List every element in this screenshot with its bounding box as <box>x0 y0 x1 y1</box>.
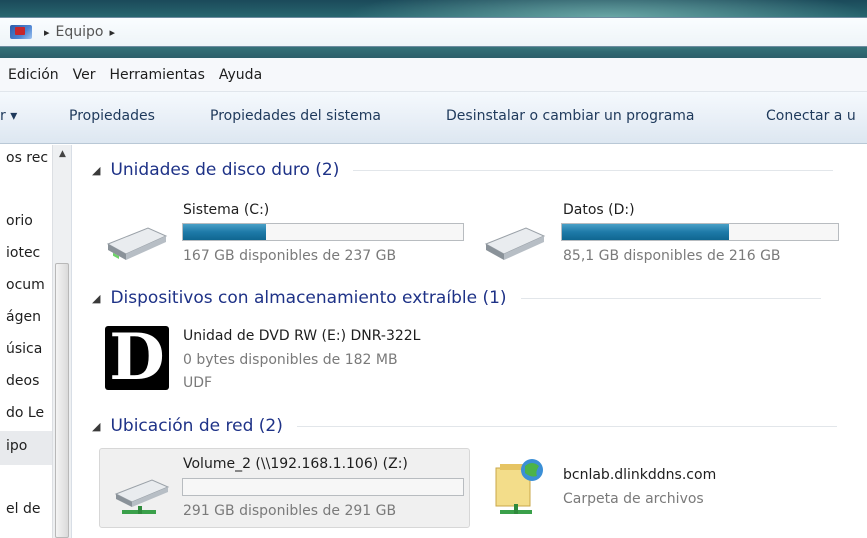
menu-ver[interactable]: Ver <box>73 67 96 83</box>
drive-c-free-space: 167 GB disponibles de 237 GB <box>183 248 397 264</box>
chevron-right-icon[interactable]: ▸ <box>109 26 115 39</box>
nav-item-recent[interactable]: os rec <box>6 150 48 166</box>
menu-bar: Edición Ver Herramientas Ayuda <box>0 58 867 92</box>
group-divider <box>353 169 834 171</box>
nav-item-images[interactable]: ágen <box>6 309 41 325</box>
dlink-dvd-icon: D <box>105 326 169 390</box>
group-title: Dispositivos con almacenamiento extraíbl… <box>110 288 507 308</box>
web-folder-name[interactable]: bcnlab.dlinkddns.com <box>563 467 716 483</box>
breadcrumb-equipo[interactable]: Equipo <box>56 24 104 40</box>
organize-dropdown-button[interactable]: r ▾ <box>0 108 17 124</box>
menu-herramientas[interactable]: Herramientas <box>110 67 205 83</box>
scroll-up-icon[interactable]: ▲ <box>53 145 72 163</box>
nav-item-music[interactable]: úsica <box>6 341 42 357</box>
drive-c-usage-bar <box>182 223 464 241</box>
drive-z-name: Volume_2 (\\192.168.1.106) (Z:) <box>183 456 408 472</box>
system-properties-button[interactable]: Propiedades del sistema <box>210 108 381 124</box>
drive-e-free-space: 0 bytes disponibles de 182 MB <box>183 352 398 368</box>
map-network-drive-button[interactable]: Conectar a u <box>766 108 856 124</box>
menu-edicion[interactable]: Edición <box>8 67 59 83</box>
group-divider <box>520 297 821 299</box>
nav-item-libraries[interactable]: iotec <box>6 245 40 261</box>
nav-item-videos[interactable]: deos <box>6 373 39 389</box>
drive-e-filesystem: UDF <box>183 375 213 391</box>
address-bar[interactable]: ▸ Equipo ▸ <box>0 17 867 47</box>
drive-c-usage-fill <box>183 224 266 240</box>
drive-z-usage-bar <box>182 478 464 496</box>
web-folder-type: Carpeta de archivos <box>563 491 704 507</box>
drive-e-name[interactable]: Unidad de DVD RW (E:) DNR-322L <box>183 328 420 344</box>
group-header-removable[interactable]: ◢ Dispositivos con almacenamiento extraí… <box>92 288 821 308</box>
nav-item-shared[interactable]: do Le <box>6 405 44 421</box>
nav-item-desktop[interactable]: orio <box>6 213 33 229</box>
chevron-right-icon[interactable]: ▸ <box>44 26 50 39</box>
nav-item-label: ipo <box>6 438 28 454</box>
group-header-network[interactable]: ◢ Ubicación de red (2) <box>92 416 837 436</box>
collapse-arrow-icon[interactable]: ◢ <box>92 420 100 433</box>
web-folder-globe-icon <box>495 459 543 514</box>
group-title: Unidades de disco duro (2) <box>110 160 340 180</box>
drive-d-free-space: 85,1 GB disponibles de 216 GB <box>563 248 781 264</box>
collapse-arrow-icon[interactable]: ◢ <box>92 292 100 305</box>
nav-item-documents[interactable]: ocum <box>6 277 45 293</box>
scroll-thumb[interactable] <box>55 263 69 538</box>
hard-drive-icon <box>484 227 546 260</box>
drive-z-free-space: 291 GB disponibles de 291 GB <box>183 503 397 519</box>
command-bar: r ▾ Propiedades Propiedades del sistema … <box>0 92 867 144</box>
menu-ayuda[interactable]: Ayuda <box>219 67 262 83</box>
group-divider <box>296 425 837 427</box>
dlink-logo-letter: D <box>109 326 165 390</box>
drive-d-name[interactable]: Datos (D:) <box>563 202 635 218</box>
network-flag-icon <box>8 21 38 43</box>
hard-drive-icon <box>106 227 168 260</box>
drive-c-name[interactable]: Sistema (C:) <box>183 202 269 218</box>
properties-button[interactable]: Propiedades <box>69 108 155 124</box>
group-title: Ubicación de red (2) <box>110 416 283 436</box>
group-header-hard-disks[interactable]: ◢ Unidades de disco duro (2) <box>92 160 834 180</box>
nav-scrollbar[interactable]: ▲ <box>52 145 71 538</box>
drive-d-usage-bar <box>561 223 839 241</box>
network-drive-icon <box>114 479 170 514</box>
drive-d-usage-fill <box>562 224 730 240</box>
nav-item-computer[interactable]: ipo <box>0 431 52 465</box>
uninstall-program-button[interactable]: Desinstalar o cambiar un programa <box>446 108 695 124</box>
collapse-arrow-icon[interactable]: ◢ <box>92 164 100 177</box>
nav-item-control-panel[interactable]: el de <box>6 501 40 517</box>
